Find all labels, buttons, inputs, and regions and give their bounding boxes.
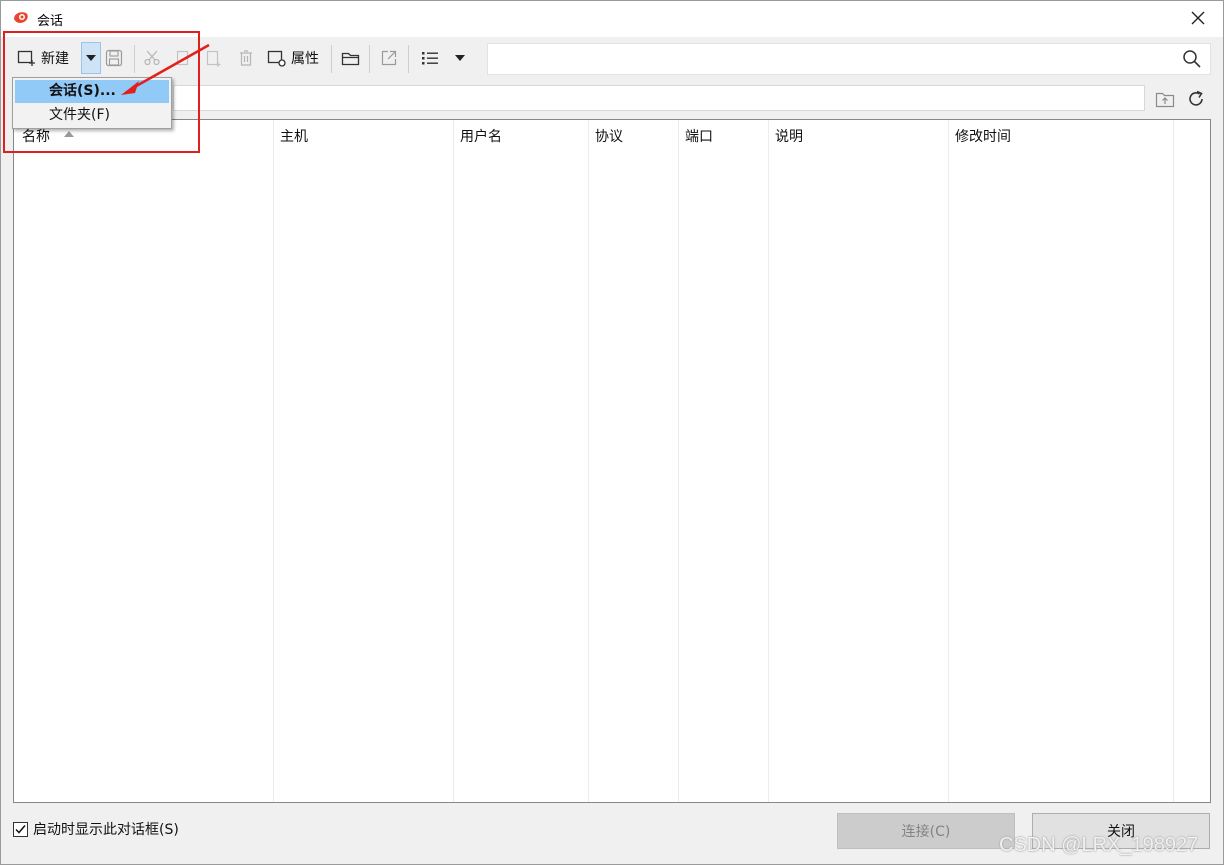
table-header: 名称 主机 用户名 协议 端口 说明 修改时间 <box>14 120 1210 148</box>
folder-open-icon <box>341 52 360 66</box>
properties-button-label: 属性 <box>291 51 319 67</box>
toolbar-separator <box>134 45 135 73</box>
new-session-icon <box>17 50 35 66</box>
show-on-startup-checkbox[interactable] <box>13 821 28 837</box>
copy-icon <box>176 50 189 66</box>
show-on-startup-option[interactable]: 启动时显示此对话框(S) <box>13 819 179 839</box>
column-header-protocol[interactable]: 协议 <box>595 126 623 146</box>
export-button[interactable] <box>380 41 398 75</box>
column-header-port[interactable]: 端口 <box>685 126 713 146</box>
scissors-icon <box>144 50 160 66</box>
caret-down-icon <box>455 55 465 61</box>
toolbar-separator <box>369 45 370 73</box>
save-icon <box>105 49 123 67</box>
folder-up-icon[interactable] <box>1155 89 1175 109</box>
column-header-name[interactable]: 名称 <box>22 126 50 146</box>
path-bar[interactable] <box>173 85 1145 111</box>
column-divider <box>1173 120 1174 802</box>
app-logo-icon <box>14 12 28 23</box>
column-divider <box>588 120 589 802</box>
menu-item-new-folder[interactable]: 文件夹(F) <box>15 104 169 127</box>
open-folder-button[interactable] <box>341 41 361 75</box>
column-header-modified-time[interactable]: 修改时间 <box>955 126 1011 146</box>
list-view-icon <box>422 52 438 65</box>
new-dropdown-menu: 会话(S)... 文件夹(F) <box>12 77 172 129</box>
new-button-label: 新建 <box>41 51 69 67</box>
new-dropdown-toggle[interactable] <box>81 42 101 74</box>
copy-button[interactable] <box>174 41 192 75</box>
trash-icon <box>240 50 252 66</box>
delete-button[interactable] <box>237 41 255 75</box>
column-header-username[interactable]: 用户名 <box>460 126 502 146</box>
export-icon <box>381 50 397 66</box>
column-divider <box>678 120 679 802</box>
properties-icon <box>267 50 286 67</box>
window-title: 会话 <box>37 14 64 29</box>
session-dialog: 会话 新建 属性 名称 主机 用户名 协议 端口 说明 修改时间 会话(S)..… <box>0 0 1224 865</box>
cut-button[interactable] <box>143 41 161 75</box>
view-options-dropdown[interactable] <box>455 41 465 75</box>
refresh-icon[interactable] <box>1186 89 1206 109</box>
properties-button[interactable]: 属性 <box>267 41 319 75</box>
column-header-description[interactable]: 说明 <box>775 126 803 146</box>
title-bar: 会话 <box>1 1 1223 37</box>
toolbar-separator <box>408 45 409 73</box>
paste-button[interactable] <box>205 41 223 75</box>
search-icon[interactable] <box>1182 49 1202 69</box>
sort-ascending-icon <box>64 131 74 137</box>
toolbar: 新建 属性 <box>11 41 1223 77</box>
close-icon[interactable] <box>1187 7 1209 29</box>
new-button[interactable]: 新建 <box>17 41 69 75</box>
paste-icon <box>206 50 221 67</box>
session-table[interactable]: 名称 主机 用户名 协议 端口 说明 修改时间 <box>13 119 1211 803</box>
column-divider <box>948 120 949 802</box>
save-button[interactable] <box>105 41 123 75</box>
column-divider <box>453 120 454 802</box>
toolbar-separator <box>331 45 332 73</box>
caret-down-icon <box>86 55 96 61</box>
column-divider <box>273 120 274 802</box>
view-options-button[interactable] <box>421 41 441 75</box>
column-header-host[interactable]: 主机 <box>280 126 308 146</box>
checkmark-icon <box>15 824 26 834</box>
column-divider <box>768 120 769 802</box>
watermark-text: CSDN @LRX_198927 <box>999 834 1199 856</box>
show-on-startup-label: 启动时显示此对话框(S) <box>33 822 179 838</box>
search-input[interactable] <box>487 43 1211 75</box>
menu-item-new-session[interactable]: 会话(S)... <box>15 80 169 103</box>
connect-button[interactable]: 连接(C) <box>837 813 1015 849</box>
